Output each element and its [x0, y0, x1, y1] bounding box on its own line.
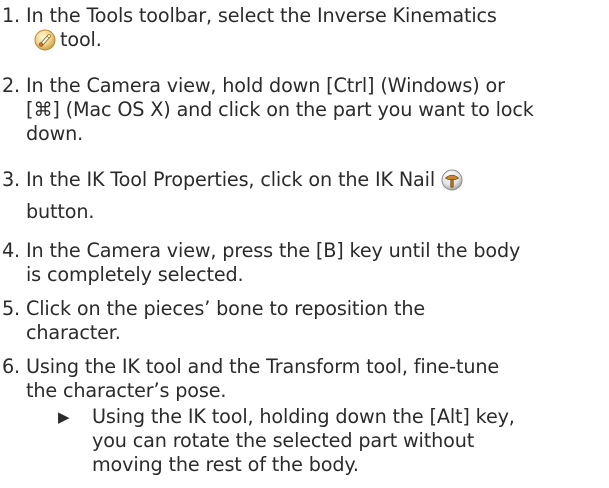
step-text: In the IK Tool Properties, click on the … — [26, 168, 606, 224]
step-line: down. — [26, 122, 84, 145]
step-line-with-icon: tool. — [26, 28, 606, 52]
step-text: In the Tools toolbar, select the Inverse… — [26, 4, 606, 52]
step-line: Using the IK tool and the Transform tool… — [26, 355, 500, 378]
step-number: 1. — [2, 4, 21, 27]
tip-line: moving the rest of the body. — [92, 453, 359, 476]
step-text: Click on the pieces’ bone to reposition … — [26, 297, 606, 345]
step-text: Using the IK tool and the Transform tool… — [26, 355, 606, 403]
step-line: button. — [26, 200, 95, 223]
step-number: 4. — [2, 239, 21, 262]
ik-tool-icon — [34, 29, 56, 51]
step-number: 5. — [2, 297, 21, 320]
step-text: In the Camera view, hold down [Ctrl] (Wi… — [26, 74, 606, 146]
tip-text: Using the IK tool, holding down the [Alt… — [92, 405, 602, 477]
ik-nail-icon — [441, 169, 463, 191]
step-line: [⌘] (Mac OS X) and click on the part you… — [26, 98, 534, 121]
step-line: In the Camera view, hold down [Ctrl] (Wi… — [26, 74, 505, 97]
step-number: 3. — [2, 168, 21, 191]
bullet-arrow-icon: ▶ — [58, 408, 70, 426]
step-line: Click on the pieces’ bone to reposition … — [26, 297, 426, 320]
step-number: 2. — [2, 74, 21, 97]
step-line: In the Camera view, press the [B] key un… — [26, 239, 521, 262]
step-line: character. — [26, 321, 121, 344]
instruction-document: 1. In the Tools toolbar, select the Inve… — [0, 0, 609, 488]
step-line: In the IK Tool Properties, click on the … — [26, 168, 436, 191]
tip-line: Using the IK tool, holding down the [Alt… — [92, 405, 515, 428]
step-line: tool. — [60, 28, 102, 51]
step-line: the character’s pose. — [26, 379, 227, 402]
step-line-with-icon: In the IK Tool Properties, click on the … — [26, 168, 606, 192]
step-text: In the Camera view, press the [B] key un… — [26, 239, 606, 287]
step-line: In the Tools toolbar, select the Inverse… — [26, 4, 497, 27]
tip-line: you can rotate the selected part without — [92, 429, 475, 452]
step-line: is completely selected. — [26, 263, 244, 286]
step-number: 6. — [2, 355, 21, 378]
